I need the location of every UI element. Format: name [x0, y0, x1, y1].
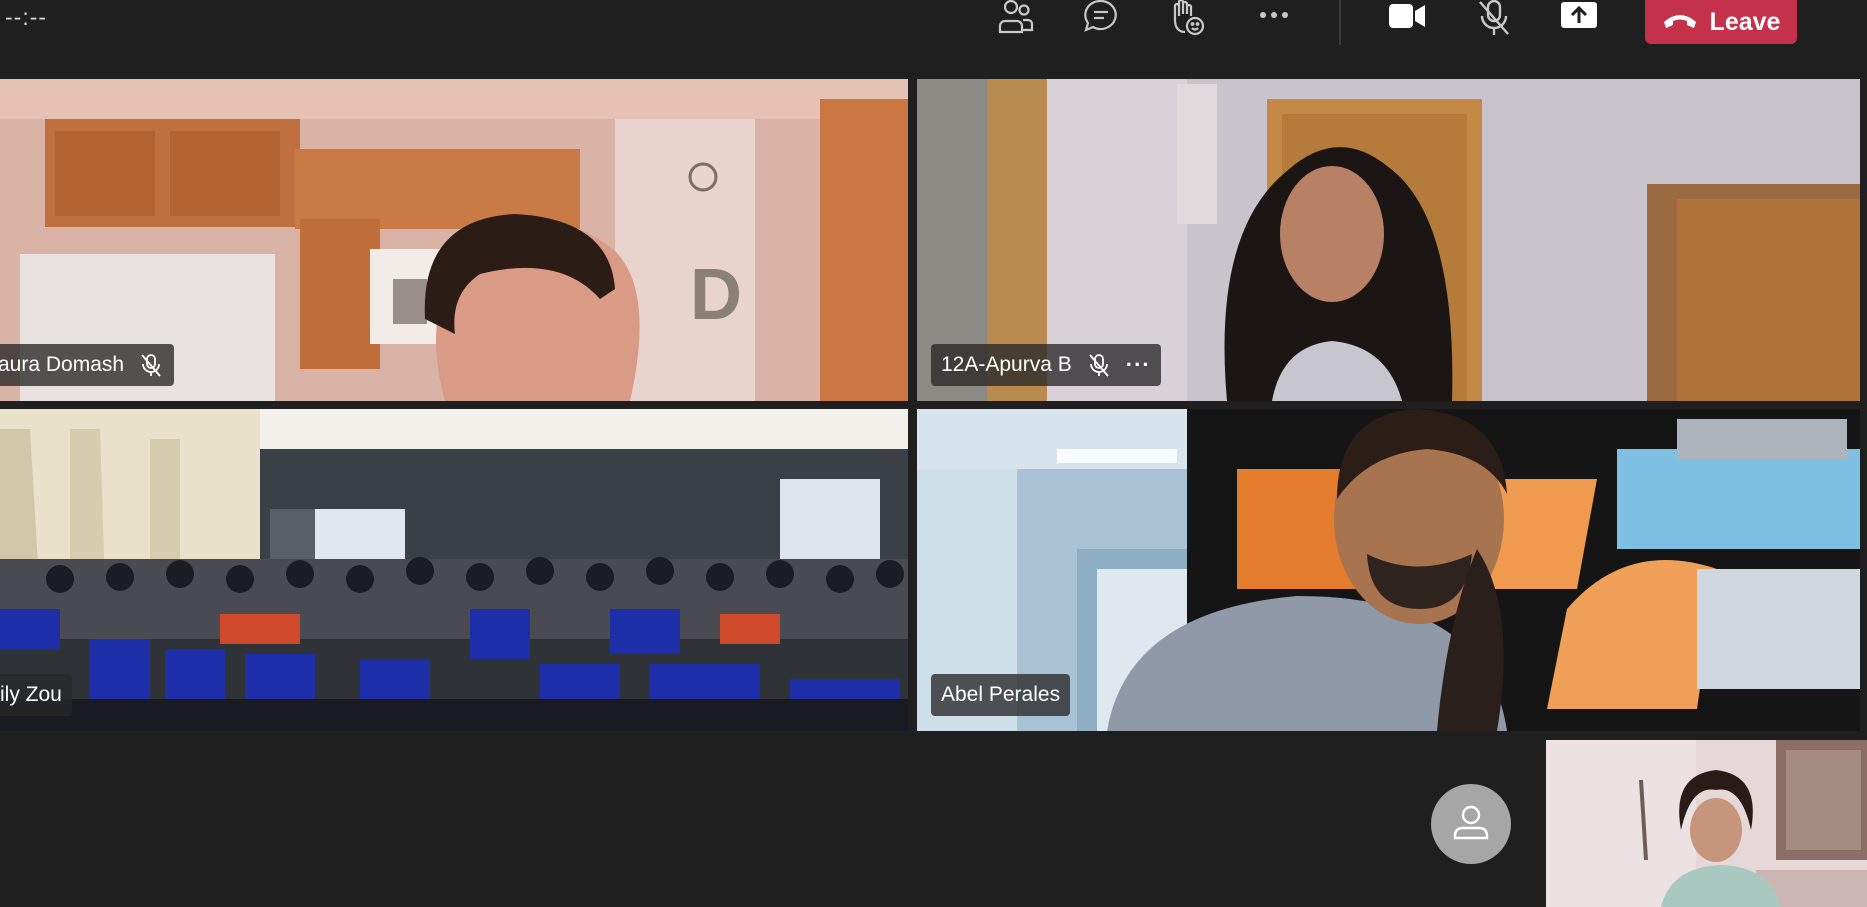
mic-off-icon[interactable]: [1470, 0, 1518, 36]
toolbar-divider: [1339, 0, 1341, 45]
leave-button[interactable]: Leave: [1645, 0, 1797, 44]
participant-name-tag: 12A-Apurva B ···: [931, 344, 1161, 386]
hangup-icon: [1662, 8, 1698, 37]
video-tile[interactable]: ily Zou: [0, 409, 908, 731]
self-video: [1546, 740, 1867, 907]
raise-hand-icon[interactable]: [1163, 0, 1211, 36]
video-tile[interactable]: Abel Perales: [917, 409, 1860, 731]
chat-icon[interactable]: [1077, 0, 1125, 36]
video-tile[interactable]: 12A-Apurva B ···: [917, 79, 1860, 401]
participant-name-tag: ily Zou: [0, 674, 72, 716]
participant-name-tag: aura Domash: [0, 344, 175, 386]
participant-name: aura Domash: [0, 353, 125, 376]
more-options-icon[interactable]: [1250, 0, 1298, 36]
svg-text:D: D: [690, 255, 742, 335]
participant-avatar-button[interactable]: [1431, 784, 1511, 864]
mic-off-icon: [1086, 352, 1112, 378]
participant-video: [0, 409, 908, 731]
participant-name: ily Zou: [0, 683, 62, 706]
participant-name: Abel Perales: [941, 683, 1061, 706]
share-screen-icon[interactable]: [1555, 0, 1603, 36]
participant-name: 12A-Apurva B: [941, 353, 1072, 376]
participant-name-tag: Abel Perales: [931, 674, 1071, 716]
participant-more-options-icon[interactable]: ···: [1126, 352, 1151, 378]
leave-label: Leave: [1709, 7, 1781, 36]
meeting-toolbar: --:-- Leave: [0, 0, 1867, 80]
meeting-timer: --:--: [5, 4, 48, 30]
mic-off-icon: [138, 352, 164, 378]
people-icon[interactable]: [991, 0, 1039, 36]
self-view-video[interactable]: [1546, 740, 1867, 907]
camera-icon[interactable]: [1383, 0, 1431, 36]
video-tile[interactable]: D aura Domash: [0, 79, 908, 401]
person-icon: [1453, 805, 1489, 840]
